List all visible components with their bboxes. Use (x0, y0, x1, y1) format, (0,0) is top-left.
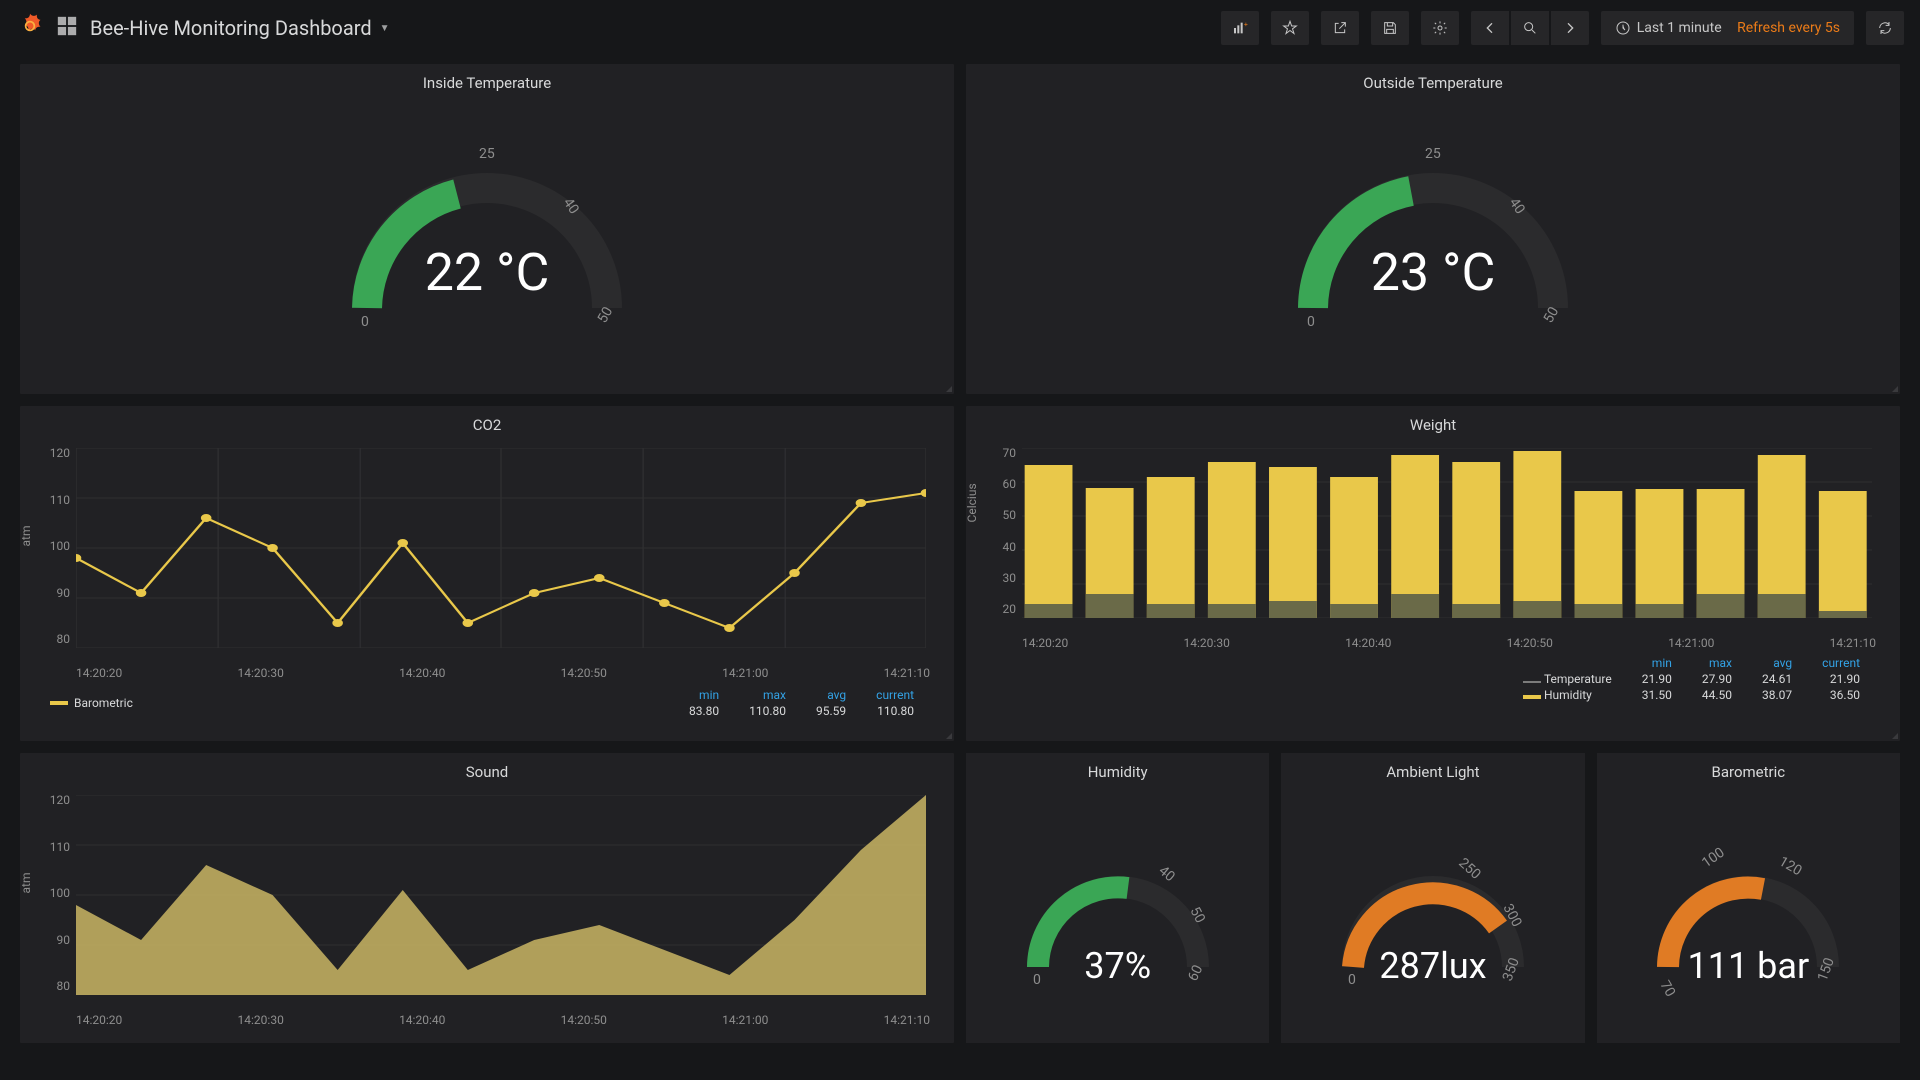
share-button[interactable] (1321, 11, 1359, 45)
star-button[interactable] (1271, 11, 1309, 45)
gauge-value: 287lux (1379, 945, 1486, 987)
dashboards-icon[interactable] (56, 15, 78, 41)
panel-weight[interactable]: Weight Celcius 706050403020 (966, 406, 1900, 741)
svg-text:25: 25 (1425, 146, 1441, 162)
gauge-value: 22 °C (425, 242, 550, 303)
area-chart: atm 1201101009080 (20, 787, 954, 1007)
svg-text:25: 25 (479, 146, 495, 162)
gauge-chart: 0 25 40 50 22 °C (20, 98, 954, 358)
resize-handle[interactable] (944, 384, 952, 392)
refresh-button[interactable] (1866, 11, 1904, 45)
gauge-chart: 0 40 50 60 37% (966, 787, 1269, 1017)
panel-title: Humidity (966, 753, 1269, 787)
dashboard-title[interactable]: Bee-Hive Monitoring Dashboard ▼ (90, 16, 390, 40)
save-button[interactable] (1371, 11, 1409, 45)
panel-ambient-light[interactable]: Ambient Light 0 250 300 350 287lux (1281, 753, 1584, 1043)
settings-button[interactable] (1421, 11, 1459, 45)
time-range-button[interactable]: Last 1 minute Refresh every 5s (1601, 11, 1854, 45)
svg-text:0: 0 (1307, 314, 1315, 330)
svg-text:40: 40 (1155, 863, 1177, 885)
panel-sound[interactable]: Sound atm 1201101009080 14:20:2014:20:30… (20, 753, 954, 1043)
line-chart: atm 120 110 100 90 80 (20, 440, 954, 660)
legend-item[interactable]: Barometric (50, 696, 133, 710)
svg-text:+: + (1244, 21, 1248, 29)
gauge-chart: 0 250 300 350 287lux (1281, 787, 1584, 1017)
panel-title: Ambient Light (1281, 753, 1584, 787)
bar-chart: Celcius 706050403020 (966, 440, 1900, 630)
panel-title: CO2 (20, 406, 954, 440)
time-range-label: Last 1 minute (1637, 20, 1722, 36)
svg-text:0: 0 (1348, 972, 1356, 988)
resize-handle[interactable] (1890, 384, 1898, 392)
svg-text:70: 70 (1657, 978, 1679, 1000)
stats-table: minmaxavgcurrent Temperature21.9027.9024… (1521, 654, 1876, 704)
svg-text:0: 0 (361, 314, 369, 330)
gauge-chart: 0 25 40 50 23 °C (966, 98, 1900, 358)
panel-outside-temperature[interactable]: Outside Temperature 0 25 40 50 23 °C (966, 64, 1900, 394)
grafana-logo-icon[interactable] (16, 12, 44, 44)
gauge-value: 111 bar (1688, 945, 1810, 987)
panel-inside-temperature[interactable]: Inside Temperature 0 25 40 50 22 °C (20, 64, 954, 394)
svg-text:250: 250 (1455, 855, 1483, 883)
panel-title: Sound (20, 753, 954, 787)
resize-handle[interactable] (944, 731, 952, 739)
panel-title: Inside Temperature (20, 64, 954, 98)
panel-co2[interactable]: CO2 atm 120 110 100 90 80 14:20:2014:20:… (20, 406, 954, 741)
panel-humidity[interactable]: Humidity 0 40 50 60 37% (966, 753, 1269, 1043)
gauge-value: 23 °C (1371, 242, 1496, 303)
resize-handle[interactable] (1890, 731, 1898, 739)
svg-text:100: 100 (1699, 845, 1728, 872)
panel-title: Weight (966, 406, 1900, 440)
svg-text:120: 120 (1776, 854, 1805, 880)
panel-barometric[interactable]: Barometric 70 100 120 150 111 bar (1597, 753, 1900, 1043)
svg-text:0: 0 (1033, 972, 1041, 988)
time-back-button[interactable] (1471, 11, 1509, 45)
refresh-interval-label: Refresh every 5s (1737, 20, 1840, 36)
caret-down-icon: ▼ (380, 23, 390, 34)
panel-title: Outside Temperature (966, 64, 1900, 98)
gauge-chart: 70 100 120 150 111 bar (1597, 787, 1900, 1017)
add-panel-button[interactable]: + (1221, 11, 1259, 45)
zoom-out-button[interactable] (1511, 11, 1549, 45)
panel-title: Barometric (1597, 753, 1900, 787)
stats-table: minmaxavgcurrent 83.80110.8095.59110.80 (673, 686, 930, 720)
dashboard-title-text: Bee-Hive Monitoring Dashboard (90, 16, 372, 40)
gauge-value: 37% (1084, 945, 1151, 987)
time-forward-button[interactable] (1551, 11, 1589, 45)
